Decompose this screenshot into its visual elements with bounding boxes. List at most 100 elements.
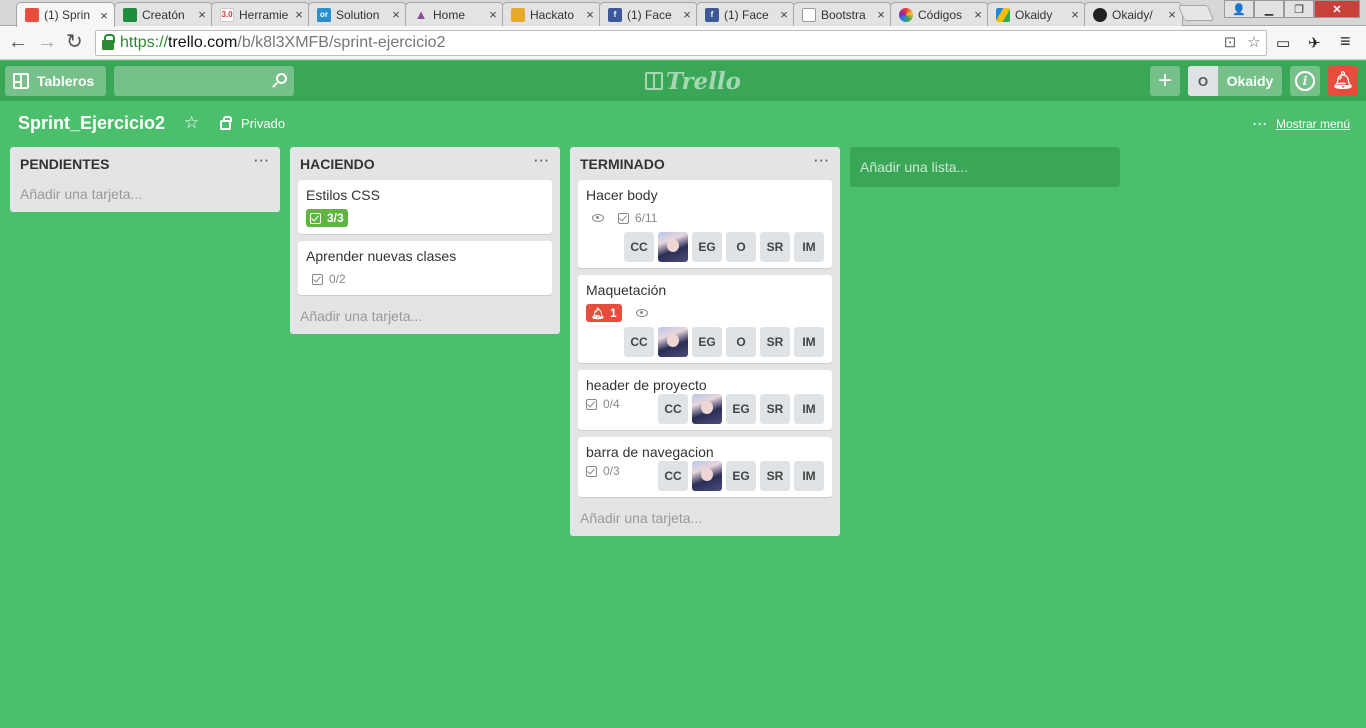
list-header[interactable]: PENDIENTES ··· bbox=[10, 147, 280, 180]
search-icon[interactable] bbox=[276, 73, 287, 84]
avatar-photo[interactable] bbox=[658, 232, 688, 262]
close-tab-icon[interactable]: × bbox=[293, 7, 305, 22]
close-tab-icon[interactable]: × bbox=[681, 7, 693, 22]
avatar[interactable]: EG bbox=[726, 394, 756, 424]
close-tab-icon[interactable]: × bbox=[1166, 7, 1178, 22]
browser-tab[interactable]: 3.0 Herramie × bbox=[211, 2, 310, 26]
minimize-icon[interactable]: ▁ bbox=[1254, 0, 1284, 18]
list-header[interactable]: HACIENDO ··· bbox=[290, 147, 560, 180]
card-maquetacion[interactable]: Maquetación 🔔︎ 1 CC EG O SR IM bbox=[578, 275, 832, 363]
browser-tab[interactable]: Hackato × bbox=[502, 2, 601, 26]
list-menu-icon[interactable]: ··· bbox=[254, 153, 270, 168]
list-menu-icon[interactable]: ··· bbox=[814, 153, 830, 168]
add-card-button[interactable]: Añadir una tarjeta... bbox=[570, 504, 840, 536]
browser-tab-trello[interactable]: (1) Sprin × bbox=[16, 2, 115, 27]
avatar[interactable]: CC bbox=[658, 461, 688, 491]
avatar[interactable]: EG bbox=[692, 327, 722, 357]
close-tab-icon[interactable]: × bbox=[487, 7, 499, 22]
avatar[interactable]: IM bbox=[794, 232, 824, 262]
card-header-proyecto[interactable]: header de proyecto 0/4 CC EG SR IM bbox=[578, 370, 832, 430]
privacy-button[interactable]: Privado bbox=[220, 115, 285, 131]
cast-icon[interactable]: ▭ bbox=[1276, 34, 1290, 52]
back-icon[interactable]: ← bbox=[8, 32, 28, 52]
browser-tab[interactable]: Creatón × bbox=[114, 2, 213, 26]
list-title[interactable]: TERMINADO bbox=[580, 156, 665, 172]
close-tab-icon[interactable]: × bbox=[584, 7, 596, 22]
close-tab-icon[interactable]: × bbox=[875, 7, 887, 22]
browser-tab[interactable]: Códigos × bbox=[890, 2, 989, 26]
browser-tab[interactable]: f (1) Face × bbox=[599, 2, 698, 26]
translate-icon[interactable]: ⊡ bbox=[1220, 33, 1240, 51]
show-menu-button[interactable]: ··· Mostrar menú bbox=[1253, 117, 1350, 131]
avatar[interactable]: CC bbox=[624, 232, 654, 262]
address-bar[interactable]: https://trello.com/b/k8l3XMFB/sprint-eje… bbox=[95, 30, 1267, 56]
checklist-icon bbox=[312, 273, 323, 285]
search-input[interactable] bbox=[114, 66, 294, 96]
browser-tab[interactable]: Bootstra × bbox=[793, 2, 892, 26]
trello-logo[interactable]: Trello bbox=[645, 67, 741, 95]
browser-tab[interactable]: Okaidy/ × bbox=[1084, 2, 1183, 26]
new-tab-button[interactable] bbox=[1177, 5, 1215, 21]
avatar[interactable]: EG bbox=[726, 461, 756, 491]
add-card-button[interactable]: Añadir una tarjeta... bbox=[290, 302, 560, 334]
card-aprender-clases[interactable]: Aprender nuevas clases 0/2 bbox=[298, 241, 552, 295]
card-estilos-css[interactable]: Estilos CSS 3/3 bbox=[298, 180, 552, 234]
browser-tab[interactable]: Okaidy × bbox=[987, 2, 1086, 26]
close-tab-icon[interactable]: × bbox=[98, 8, 110, 23]
list-title[interactable]: HACIENDO bbox=[300, 156, 375, 172]
boards-button[interactable]: Tableros bbox=[5, 66, 106, 96]
boards-label: Tableros bbox=[37, 73, 95, 89]
browser-tab[interactable]: or Solution × bbox=[308, 2, 407, 26]
avatar[interactable]: IM bbox=[794, 394, 824, 424]
info-button[interactable]: i bbox=[1290, 66, 1320, 96]
forward-icon[interactable]: → bbox=[37, 32, 57, 52]
user-icon[interactable]: 👤 bbox=[1224, 0, 1254, 18]
notifications-button[interactable]: 🔔︎ bbox=[1328, 66, 1358, 96]
secure-lock-icon[interactable] bbox=[100, 30, 116, 56]
board-title[interactable]: Sprint_Ejercicio2 bbox=[18, 113, 165, 134]
chrome-menu-icon[interactable]: ≡ bbox=[1340, 31, 1351, 52]
browser-tab[interactable]: ▲ Home × bbox=[405, 2, 504, 26]
avatar[interactable]: SR bbox=[760, 461, 790, 491]
avatar[interactable]: IM bbox=[794, 327, 824, 357]
reload-icon[interactable]: ↻ bbox=[66, 32, 83, 52]
list-pendientes: PENDIENTES ··· Añadir una tarjeta... bbox=[10, 147, 280, 212]
add-card-button[interactable]: Añadir una tarjeta... bbox=[10, 180, 280, 212]
avatar[interactable]: SR bbox=[760, 327, 790, 357]
avatar-photo[interactable] bbox=[658, 327, 688, 357]
avatar-photo[interactable] bbox=[692, 394, 722, 424]
maximize-icon[interactable]: ❐ bbox=[1284, 0, 1314, 18]
add-list-button[interactable]: Añadir una lista... bbox=[850, 147, 1120, 187]
card-title: Aprender nuevas clases bbox=[306, 248, 457, 264]
close-tab-icon[interactable]: × bbox=[972, 7, 984, 22]
window-close-icon[interactable]: ✕ bbox=[1314, 0, 1360, 18]
avatar[interactable]: CC bbox=[624, 327, 654, 357]
member-menu-button[interactable]: O Okaidy bbox=[1188, 66, 1282, 96]
avatar[interactable]: IM bbox=[794, 461, 824, 491]
bookmark-star-icon[interactable]: ☆ bbox=[1244, 33, 1264, 51]
card-barra-navegacion[interactable]: barra de navegacion 0/3 CC EG SR IM bbox=[578, 437, 832, 497]
sheets-icon bbox=[123, 7, 137, 22]
list-menu-icon[interactable]: ··· bbox=[534, 153, 550, 168]
avatar[interactable]: O bbox=[726, 327, 756, 357]
close-tab-icon[interactable]: × bbox=[1069, 7, 1081, 22]
avatar[interactable]: SR bbox=[760, 394, 790, 424]
close-tab-icon[interactable]: × bbox=[778, 7, 790, 22]
avatar[interactable]: EG bbox=[692, 232, 722, 262]
avatar[interactable]: SR bbox=[760, 232, 790, 262]
browser-tab[interactable]: f (1) Face × bbox=[696, 2, 795, 26]
card-hacer-body[interactable]: Hacer body 6/11 CC EG O SR IM bbox=[578, 180, 832, 268]
tab-title: Bootstra bbox=[821, 7, 866, 22]
close-tab-icon[interactable]: × bbox=[196, 7, 208, 22]
star-icon[interactable]: ☆ bbox=[184, 113, 199, 133]
avatar[interactable]: CC bbox=[658, 394, 688, 424]
list-header[interactable]: TERMINADO ··· bbox=[570, 147, 840, 180]
mail-icon bbox=[511, 7, 525, 22]
checklist-count: 0/3 bbox=[603, 464, 620, 478]
add-button[interactable]: + bbox=[1150, 66, 1180, 96]
avatar[interactable]: O bbox=[726, 232, 756, 262]
list-title[interactable]: PENDIENTES bbox=[20, 156, 109, 172]
extension-icon[interactable]: ✈ bbox=[1308, 34, 1321, 52]
avatar-photo[interactable] bbox=[692, 461, 722, 491]
close-tab-icon[interactable]: × bbox=[390, 7, 402, 22]
